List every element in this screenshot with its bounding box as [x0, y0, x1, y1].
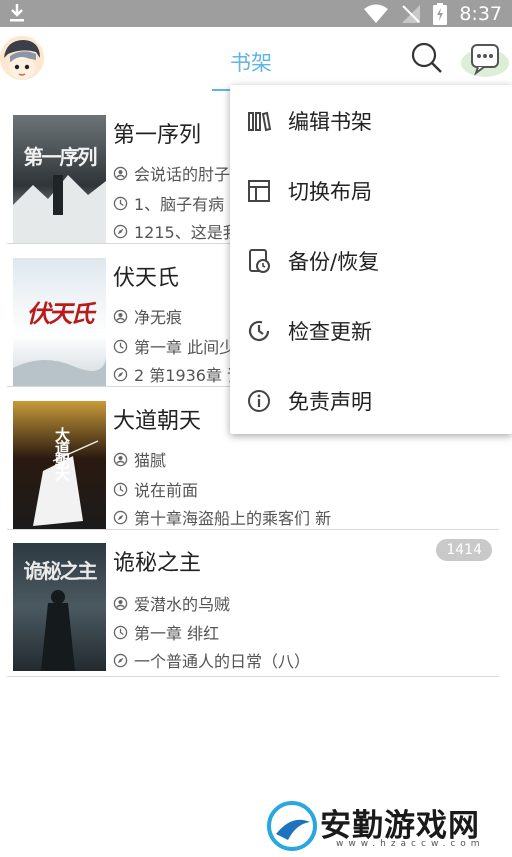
book-latest-read: 第一章 绯红: [134, 624, 220, 643]
book-progress-row: 说在前面: [113, 477, 198, 501]
book-author: 猫腻: [134, 451, 167, 470]
tab-indicator: [212, 89, 230, 91]
clock-icon: [113, 196, 128, 210]
book-cover: 第一序列: [13, 115, 106, 243]
books-icon: [248, 111, 272, 132]
author-icon: [113, 309, 128, 323]
watermark: 安勤游戏网 www.hzaccw.com: [266, 800, 506, 855]
compass-icon: [113, 367, 128, 381]
book-latest-read: 1、脑子有病: [134, 195, 225, 214]
book-cover: 诡秘之主: [13, 543, 106, 671]
author-icon: [113, 596, 128, 610]
author-icon: [113, 166, 128, 180]
compass-icon: [113, 653, 128, 667]
clock-icon: [113, 625, 128, 639]
book-latest-chapter: 一个普通人的日常（八）: [134, 652, 311, 671]
book-cover: 伏天氏: [13, 258, 106, 386]
status-time: 8:37: [459, 2, 502, 25]
book-latest-chapter: 第十章海盗船上的乘客们 新: [134, 509, 332, 528]
menu-item-switch-layout[interactable]: 切换布局: [230, 156, 512, 226]
app-bar: 书架: [0, 27, 512, 93]
book-title: 诡秘之主: [113, 551, 202, 576]
book-item[interactable]: 诡秘之主 诡秘之主 1414 爱潜水的乌贼 第一章 绯红 一个普通人的日常（八）: [7, 535, 499, 677]
menu-item-label: 备份/恢复: [288, 250, 380, 274]
clock-icon: [113, 339, 128, 353]
book-author-row: 会说话的肘子: [113, 161, 230, 185]
book-chapter-row: 第十章海盗船上的乘客们 新: [113, 505, 331, 529]
book-title: 伏天氏: [113, 266, 180, 291]
menu-item-edit-bookshelf[interactable]: 编辑书架: [230, 86, 512, 156]
message-icon[interactable]: [460, 37, 510, 81]
wifi-icon: [364, 4, 389, 23]
cover-title: 诡秘之主: [23, 559, 98, 583]
book-progress-row: 第一章 绯红: [113, 620, 219, 644]
layout-icon: [248, 180, 270, 202]
book-author-row: 爱潜水的乌贼: [113, 591, 230, 615]
cover-title: 大道朝天: [53, 427, 71, 479]
clock-refresh-icon: [248, 320, 270, 342]
book-author: 会说话的肘子: [134, 165, 231, 184]
menu-item-label: 检查更新: [288, 320, 372, 344]
menu-item-label: 编辑书架: [288, 110, 372, 134]
download-icon: [10, 4, 24, 22]
cover-title: 第一序列: [23, 145, 98, 169]
menu-item-label: 免责声明: [288, 390, 372, 414]
book-author: 净无痕: [134, 308, 183, 327]
cover-title: 伏天氏: [26, 299, 95, 328]
clock-icon: [113, 482, 128, 496]
book-author-row: 猫腻: [113, 447, 166, 471]
menu-item-backup-restore[interactable]: 备份/恢复: [230, 226, 512, 296]
overflow-menu: 编辑书架 切换布局 备份/恢复 检查更新 免责声明: [230, 85, 512, 434]
menu-item-disclaimer[interactable]: 免责声明: [230, 366, 512, 436]
author-icon: [113, 452, 128, 466]
book-cover: 大道朝天: [13, 401, 106, 529]
watermark-logo: [267, 801, 317, 851]
status-bar: 8:37: [0, 0, 512, 27]
avatar-image: [0, 36, 44, 80]
menu-item-label: 切换布局: [288, 180, 372, 204]
book-latest-read: 说在前面: [134, 481, 199, 500]
book-chapter-row: 一个普通人的日常（八）: [113, 648, 310, 672]
watermark-url: www.hzaccw.com: [336, 839, 485, 849]
no-signal-icon: [402, 4, 421, 23]
tab-bookshelf[interactable]: 书架: [230, 47, 272, 77]
book-title: 第一序列: [113, 123, 202, 148]
book-progress-row: 1、脑子有病: [113, 191, 224, 215]
book-author-row: 净无痕: [113, 304, 182, 328]
battery-charging-icon: [433, 2, 448, 25]
info-icon: [248, 390, 270, 412]
book-author: 爱潜水的乌贼: [134, 595, 231, 614]
book-title: 大道朝天: [113, 409, 202, 434]
book-chapter-row: 1215、这是我: [113, 219, 239, 243]
compass-icon: [113, 510, 128, 524]
compass-icon: [113, 224, 128, 238]
book-progress-row: 第一章 此间少: [113, 334, 235, 358]
search-icon[interactable]: [410, 41, 444, 75]
book-latest-chapter: 2 第1936章 诸: [134, 366, 244, 385]
unread-count-badge: 1414: [436, 539, 492, 561]
backup-icon: [249, 249, 270, 273]
book-latest-read: 第一章 此间少: [134, 338, 236, 357]
book-latest-chapter: 1215、这是我: [134, 223, 239, 242]
avatar[interactable]: [0, 36, 44, 80]
book-chapter-row: 2 第1936章 诸: [113, 362, 243, 386]
menu-item-check-update[interactable]: 检查更新: [230, 296, 512, 366]
